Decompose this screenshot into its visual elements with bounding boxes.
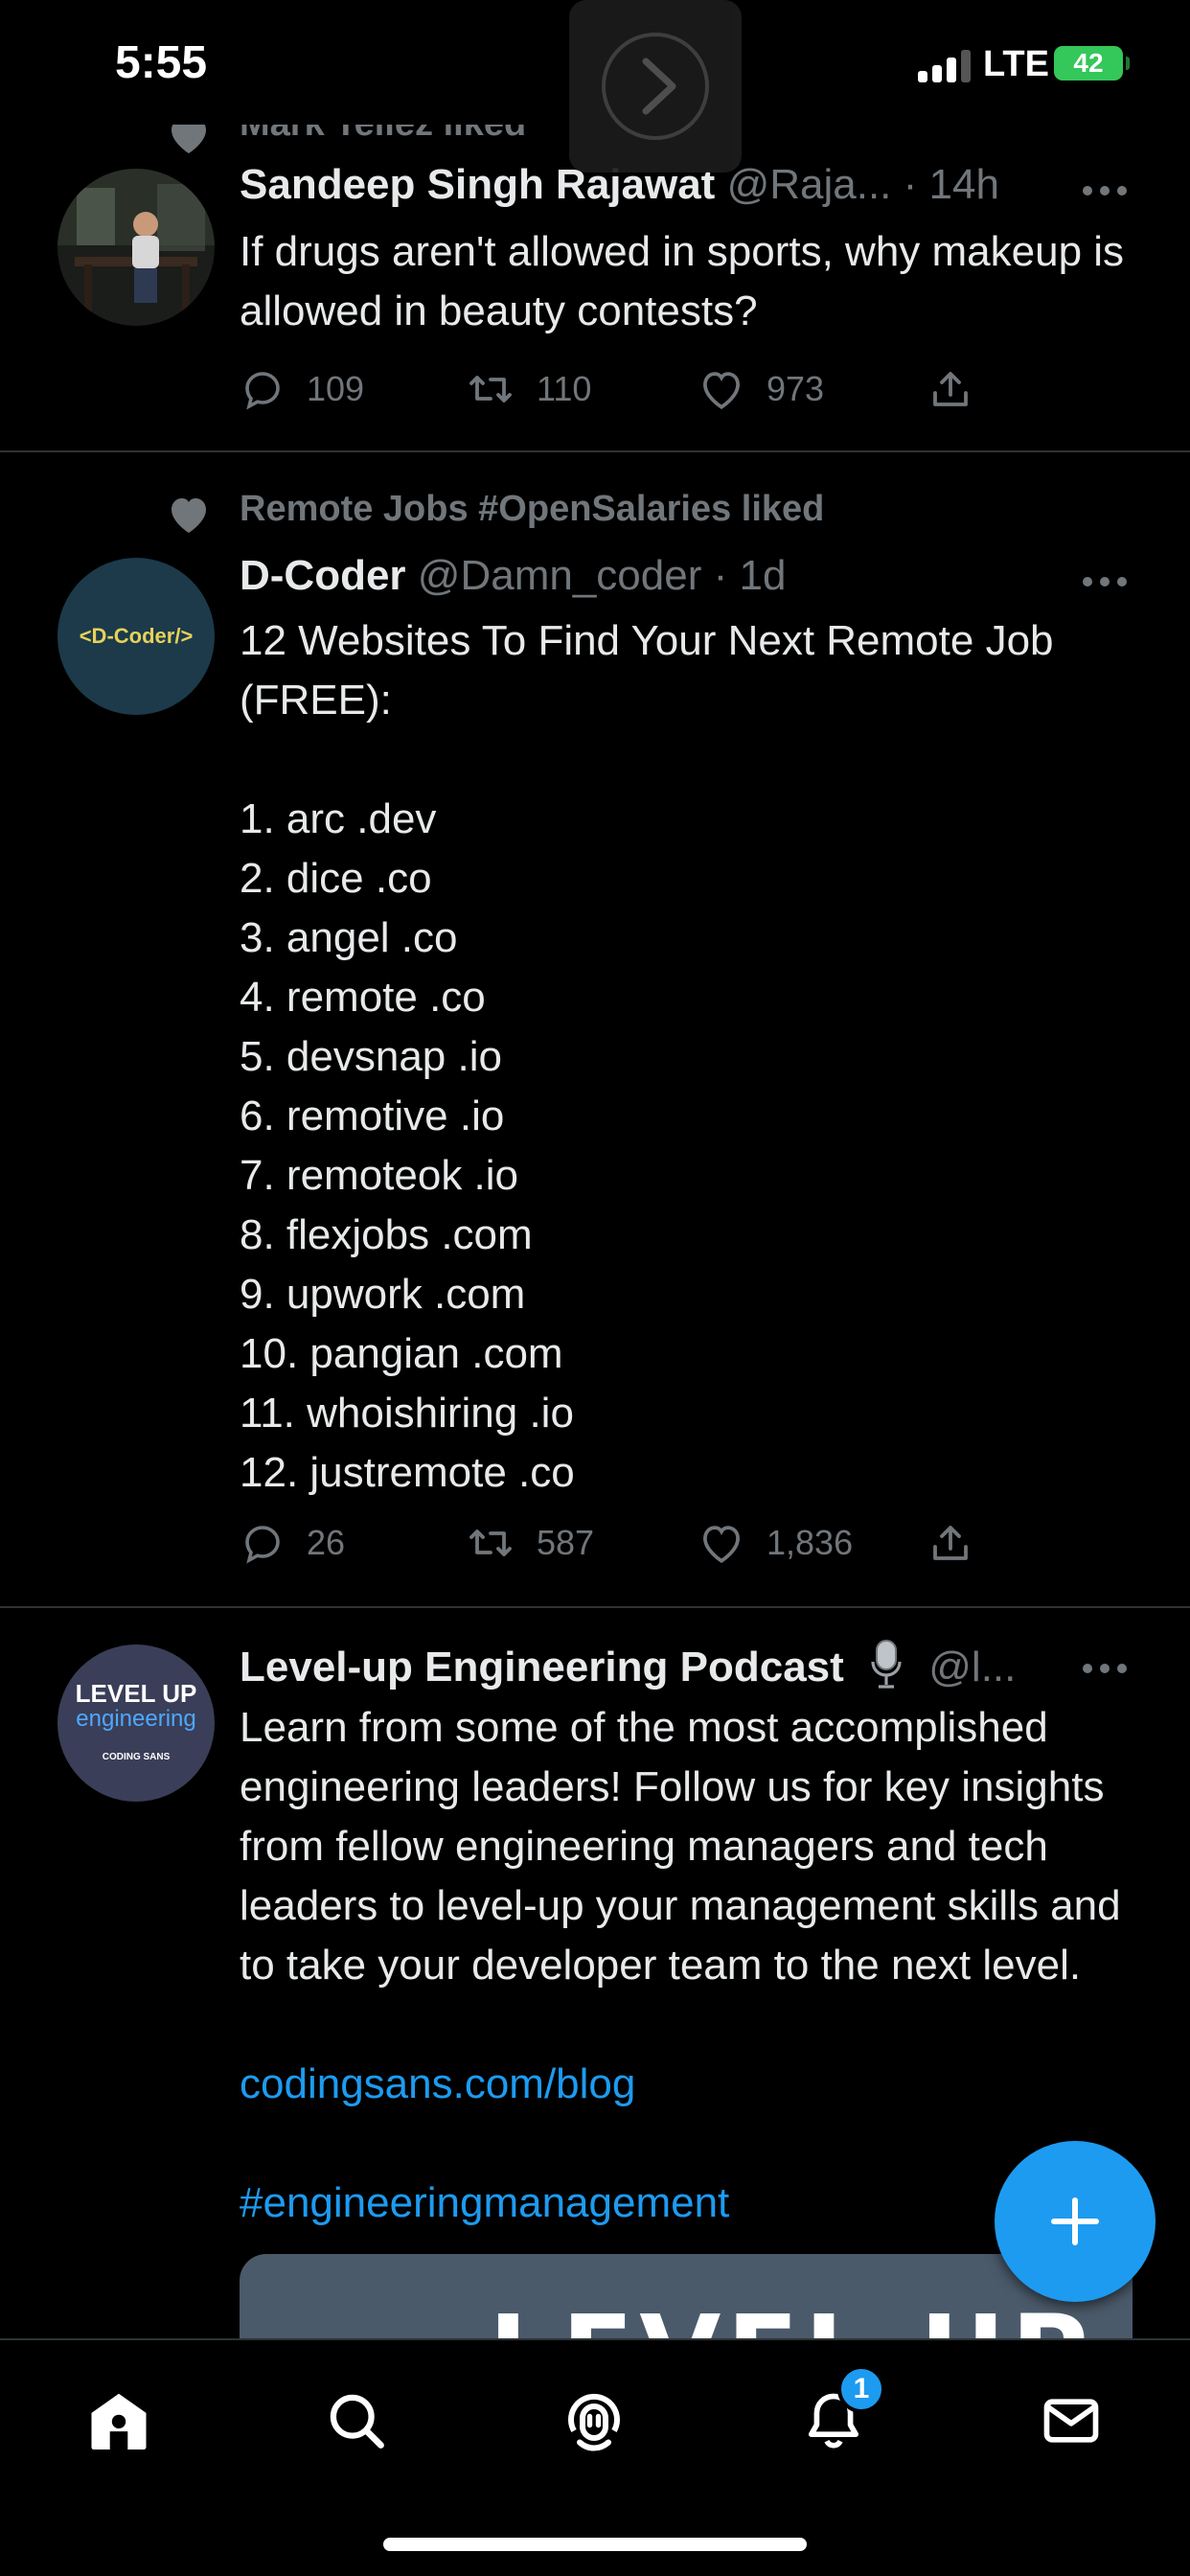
- nav-notifications[interactable]: 1: [795, 2365, 885, 2459]
- tweet-actions: 26 587 1,836: [240, 1514, 1006, 1572]
- like-button[interactable]: 1,836: [698, 1514, 853, 1572]
- search-icon: [330, 2394, 384, 2449]
- reply-count: 109: [307, 369, 365, 408]
- avatar-label: <D-Coder/>: [79, 624, 194, 648]
- network-label: LTE: [983, 44, 1049, 84]
- more-icon[interactable]: [1083, 577, 1127, 588]
- tweet-header: D-Coder @Damn_coder · 1d: [240, 552, 1133, 600]
- retweet-button[interactable]: 110: [466, 360, 591, 418]
- tweet-media[interactable]: LEVEL UP: [240, 2254, 1133, 2338]
- avatar-line3: CODING SANS: [102, 1752, 171, 1762]
- home-indicator: [383, 2538, 807, 2551]
- chevron-right-icon: [642, 58, 676, 115]
- heart-outline-icon: [703, 372, 740, 409]
- status-time: 5:55: [115, 37, 208, 88]
- reply-icon: [245, 1526, 280, 1564]
- retweet-count: 587: [537, 1523, 595, 1562]
- forward-overlay[interactable]: [569, 0, 742, 172]
- like-count: 1,836: [767, 1523, 854, 1562]
- nav-home[interactable]: [80, 2382, 157, 2459]
- tweet-text: 12 Websites To Find Your Next Remote Job…: [240, 617, 1054, 1496]
- nav-search[interactable]: [318, 2382, 395, 2459]
- like-button[interactable]: 973: [698, 360, 824, 418]
- retweet-count: 110: [537, 369, 592, 408]
- more-icon[interactable]: [1083, 1664, 1127, 1675]
- notifications-badge: 1: [837, 2365, 885, 2413]
- more-icon[interactable]: [1083, 186, 1127, 197]
- signal-icon: [918, 50, 975, 82]
- reply-button[interactable]: 26: [240, 1514, 345, 1572]
- home-icon: [91, 2393, 147, 2450]
- battery-level: 42: [1073, 48, 1104, 78]
- retweet-button[interactable]: 587: [466, 1514, 594, 1572]
- microphone-icon: [867, 1639, 905, 1701]
- share-icon: [933, 1526, 968, 1560]
- spaces-icon: [568, 2393, 620, 2451]
- timestamp[interactable]: · 1d: [714, 552, 787, 599]
- tweet-link[interactable]: codingsans.com/blog: [240, 2055, 1150, 2114]
- timestamp[interactable]: · 14h: [904, 161, 999, 208]
- battery-icon: 42: [1054, 46, 1130, 80]
- handle[interactable]: @Raja...: [727, 161, 892, 208]
- heart-outline-icon: [703, 1526, 740, 1563]
- display-name[interactable]: Level-up Engineering Podcast: [240, 1644, 844, 1690]
- messages-icon: [1043, 2399, 1099, 2443]
- reply-count: 26: [307, 1523, 346, 1562]
- timeline: Mark Tellez liked Sandeep Singh Rajawat …: [0, 0, 1190, 2338]
- share-icon: [933, 372, 968, 406]
- like-count: 973: [767, 369, 825, 408]
- nav-spaces[interactable]: [556, 2382, 632, 2459]
- plus-icon: [1051, 2197, 1099, 2245]
- reply-icon: [245, 372, 280, 410]
- avatar-line1: LEVEL UP: [75, 1679, 197, 1708]
- avatar[interactable]: [57, 169, 215, 326]
- compose-button[interactable]: [995, 2141, 1156, 2302]
- tweet-text: If drugs aren't allowed in sports, why m…: [240, 228, 1136, 334]
- share-button[interactable]: [927, 360, 973, 418]
- avatar-line2: engineering: [76, 1706, 196, 1732]
- retweet-icon: [469, 1530, 512, 1556]
- handle[interactable]: @l...: [928, 1644, 1016, 1690]
- handle[interactable]: @Damn_coder: [418, 552, 702, 599]
- tweet-text: Learn from some of the most accomplished…: [240, 1704, 1133, 1989]
- social-context: Remote Jobs #OpenSalaries liked: [240, 489, 825, 529]
- nav-messages[interactable]: [1033, 2382, 1110, 2459]
- tweet[interactable]: Remote Jobs #OpenSalaries liked <D-Coder…: [0, 454, 1190, 1608]
- reply-button[interactable]: 109: [240, 360, 364, 418]
- display-name[interactable]: D-Coder: [240, 552, 406, 599]
- heart-icon: [172, 498, 206, 533]
- avatar[interactable]: <D-Coder/>: [57, 558, 215, 715]
- avatar[interactable]: LEVEL UP engineering CODING SANS: [57, 1644, 215, 1802]
- media-text: LEVEL UP: [489, 2292, 1094, 2338]
- tweet-actions: 109 110 973: [240, 360, 1006, 418]
- retweet-icon: [469, 376, 512, 402]
- share-button[interactable]: [927, 1514, 973, 1572]
- tweet-header: Level-up Engineering Podcast @l...: [240, 1639, 1046, 1701]
